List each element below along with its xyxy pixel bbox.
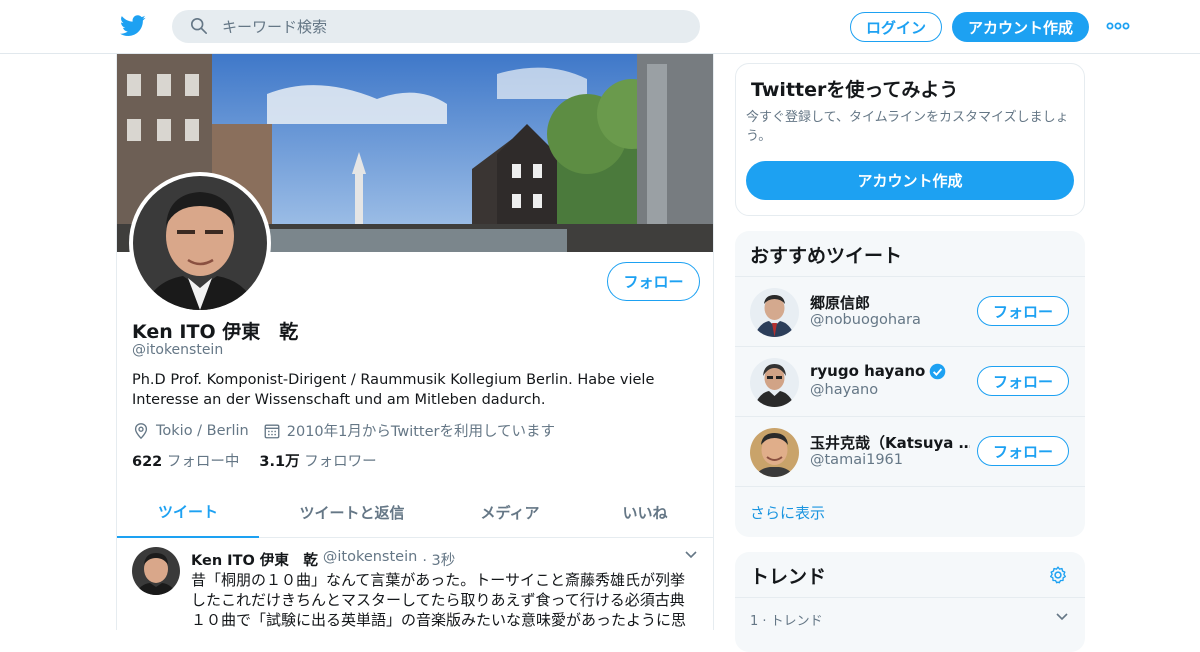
following-link[interactable]: 622 フォロー中 xyxy=(132,450,239,471)
calendar-icon xyxy=(264,423,280,438)
trends-card: トレンド 1 · トレンド xyxy=(735,552,1085,652)
recommended-avatar[interactable] xyxy=(750,358,799,407)
recommended-user[interactable]: 郷原信郎 @nobuogohara フォロー xyxy=(735,276,1085,346)
tweet-author-handle[interactable]: @itokenstein xyxy=(323,549,417,570)
recommended-handle: @hayano xyxy=(810,382,879,398)
tweet-time[interactable]: · 3秒 xyxy=(422,549,455,570)
profile-handle[interactable]: @itokenstein xyxy=(132,342,223,358)
twitter-bird-icon[interactable] xyxy=(120,14,146,38)
location-icon xyxy=(134,422,148,439)
signup-card-description: 今すぐ登録して、タイムラインをカスタマイズしましょう。 xyxy=(746,110,1069,144)
signup-card-title: Twitterを使ってみよう xyxy=(751,79,959,101)
recommended-name[interactable]: 郷原信郎 xyxy=(810,292,970,313)
recommended-user[interactable]: 玉井克哉（Katsuya … @tamai1961 フォロー xyxy=(735,416,1085,486)
profile-meta: Tokio / Berlin 2010年1月からTwitterを利用しています xyxy=(132,420,555,441)
gear-icon[interactable] xyxy=(1048,565,1068,585)
profile-joined: 2010年1月からTwitterを利用しています xyxy=(286,424,556,440)
login-button[interactable]: ログイン xyxy=(850,12,942,42)
signup-card-button[interactable]: アカウント作成 xyxy=(746,161,1074,200)
profile-tabs: ツイート ツイートと返信 メディア いいね xyxy=(117,486,713,538)
tweet-header: Ken ITO 伊東 乾 @itokenstein · 3秒 xyxy=(191,549,455,570)
recommended-follow-button[interactable]: フォロー xyxy=(977,366,1069,396)
top-bar: ログイン アカウント作成 xyxy=(0,0,1200,54)
profile-bio: Ph.D Prof. Komponist-Dirigent / Raummusi… xyxy=(132,372,655,408)
recommended-avatar[interactable] xyxy=(750,288,799,337)
following-label: フォロー中 xyxy=(166,454,240,470)
divider xyxy=(735,597,1085,598)
profile-stats: 622 フォロー中 3.1万 フォロワー xyxy=(132,450,377,471)
follow-button[interactable]: フォロー xyxy=(607,262,700,301)
followers-link[interactable]: 3.1万 フォロワー xyxy=(259,450,376,471)
search-icon xyxy=(190,17,208,35)
show-more-link[interactable]: さらに表示 xyxy=(750,502,825,523)
signup-card: Twitterを使ってみよう 今すぐ登録して、タイムラインをカスタマイズしましょ… xyxy=(735,63,1085,216)
recommended-handle: @tamai1961 xyxy=(810,452,904,468)
recommended-title: おすすめツイート xyxy=(750,245,903,267)
tweet-item[interactable]: Ken ITO 伊東 乾 @itokenstein · 3秒 昔「桐朋の１０曲」… xyxy=(117,538,713,630)
tab-likes[interactable]: いいね xyxy=(575,486,713,538)
chevron-down-icon[interactable] xyxy=(1055,612,1069,622)
tweet-author-name[interactable]: Ken ITO 伊東 乾 xyxy=(191,549,318,570)
search-input[interactable] xyxy=(222,10,682,43)
profile-photo xyxy=(133,176,267,310)
trends-title: トレンド xyxy=(750,566,827,588)
recommended-user[interactable]: ryugo hayano @hayano フォロー xyxy=(735,346,1085,416)
divider xyxy=(735,486,1085,487)
recommended-avatar[interactable] xyxy=(750,428,799,477)
tweet-text: 昔「桐朋の１０曲」なんて言葉があった。トーサイこと斎藤秀雄氏が列挙したこれだけき… xyxy=(191,571,687,629)
more-icon[interactable] xyxy=(1106,20,1130,32)
profile-column: フォロー Ken ITO 伊東 乾 @itokenstein Ph.D Prof… xyxy=(116,54,714,630)
recommended-name[interactable]: 玉井克哉（Katsuya … xyxy=(810,432,970,453)
signup-button[interactable]: アカウント作成 xyxy=(952,12,1089,42)
recommended-card: おすすめツイート 郷原信郎 @nobuogohara フォロー ryugo ha… xyxy=(735,231,1085,537)
tab-media[interactable]: メディア xyxy=(445,486,575,538)
profile-location: Tokio / Berlin xyxy=(156,422,249,439)
following-count: 622 xyxy=(132,454,163,470)
trend-item-label[interactable]: 1 · トレンド xyxy=(750,610,823,629)
tab-tweets[interactable]: ツイート xyxy=(117,486,259,538)
recommended-handle: @nobuogohara xyxy=(810,312,921,328)
recommended-follow-button[interactable]: フォロー xyxy=(977,436,1069,466)
profile-avatar[interactable] xyxy=(129,172,271,314)
followers-count: 3.1万 xyxy=(259,454,300,470)
recommended-name[interactable]: ryugo hayano xyxy=(810,362,970,380)
recommended-follow-button[interactable]: フォロー xyxy=(977,296,1069,326)
tweet-avatar[interactable] xyxy=(132,547,180,595)
verified-badge-icon xyxy=(930,363,946,379)
chevron-down-icon[interactable] xyxy=(684,550,698,560)
followers-label: フォロワー xyxy=(304,454,377,470)
tab-tweets-replies[interactable]: ツイートと返信 xyxy=(259,486,445,538)
profile-name: Ken ITO 伊東 乾 xyxy=(132,321,299,343)
